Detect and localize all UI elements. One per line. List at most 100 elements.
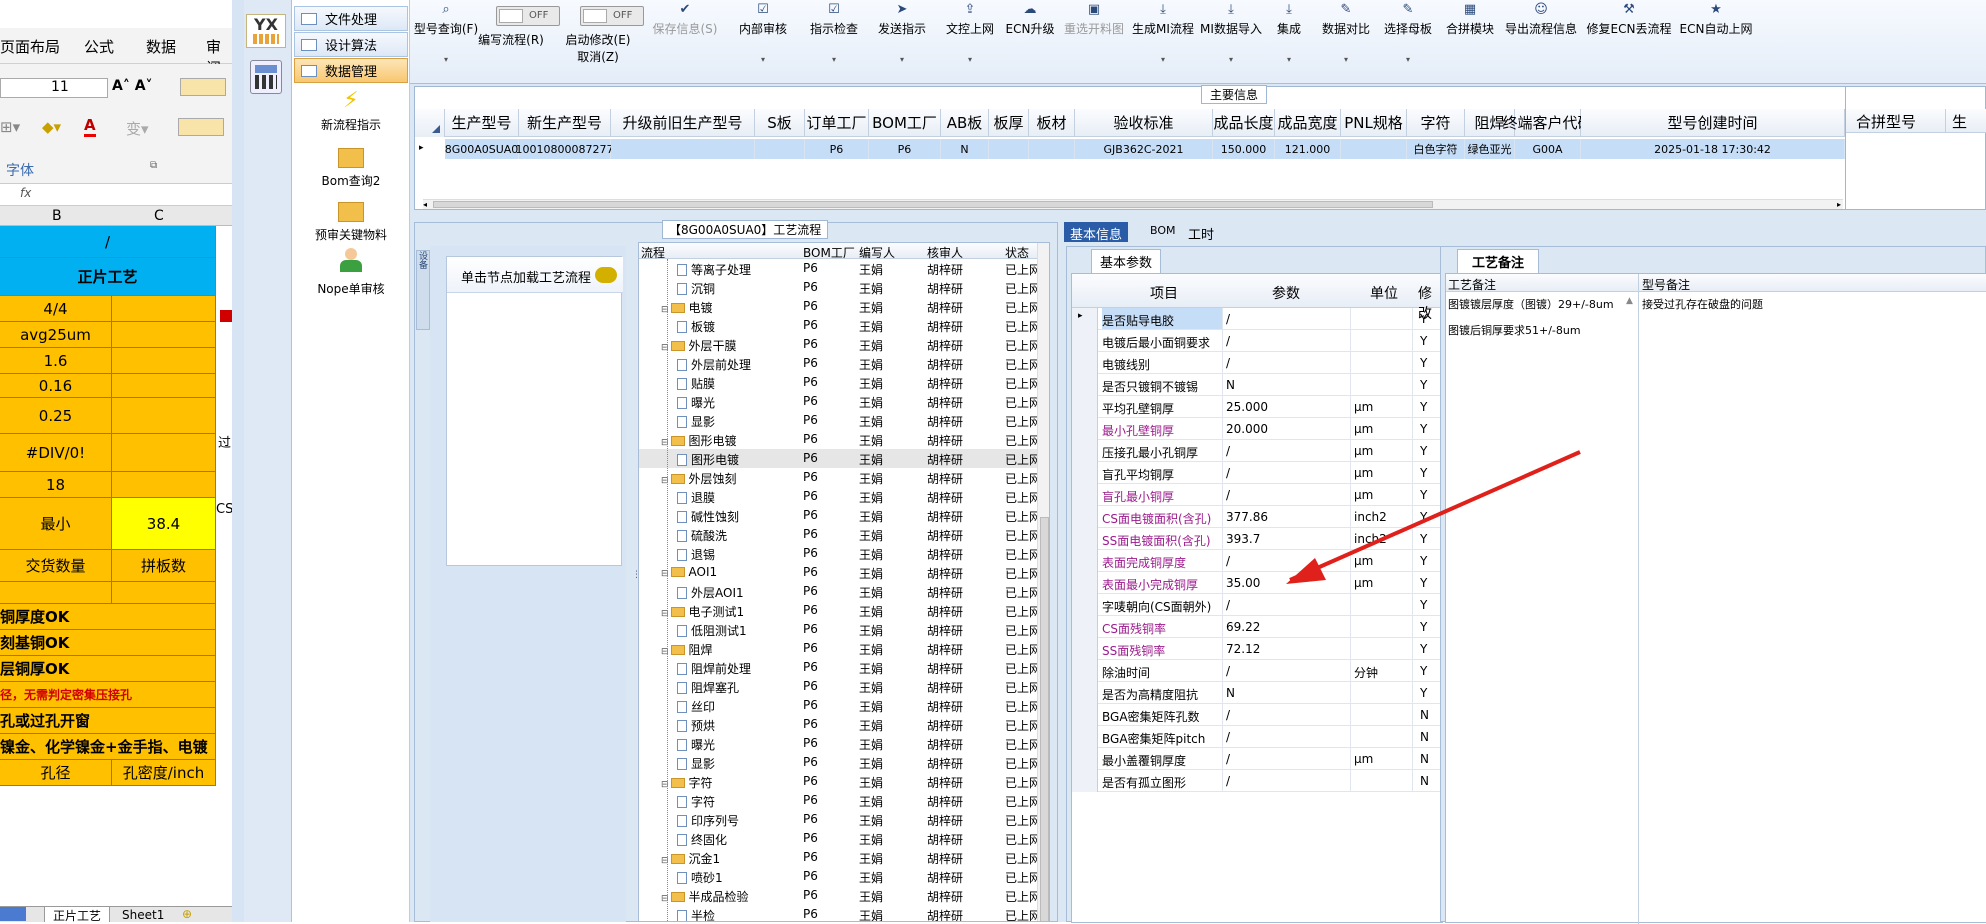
grow-font-icon[interactable]: A˄ A˅ — [112, 78, 153, 94]
cell-c-6[interactable] — [112, 398, 216, 434]
equipment-side-tab[interactable]: 设备 — [416, 250, 430, 330]
flow-row[interactable]: 硫酸洗 P6 王娟 胡梓研 已上网 — [639, 525, 1049, 544]
flow-node[interactable]: 终固化 — [677, 831, 727, 848]
flow-row[interactable]: ⊟外层蚀刻 P6 王娟 胡梓研 已上网 — [639, 468, 1049, 487]
toggle-switch[interactable]: OFF — [496, 6, 560, 26]
flow-node[interactable]: ⊟ 外层蚀刻 — [661, 470, 737, 487]
info-header-7[interactable]: 板厚 — [989, 109, 1029, 137]
tab-bom[interactable]: BOM — [1144, 222, 1182, 242]
dropdown-arrow-icon[interactable]: ▾ — [1130, 55, 1196, 64]
dropdown-arrow-icon[interactable]: ▾ — [942, 55, 998, 64]
menu-data[interactable]: 数据 — [146, 36, 176, 57]
tab-nav-icon[interactable] — [0, 907, 26, 921]
param-value[interactable]: 72.12 — [1226, 642, 1260, 656]
param-value[interactable]: / — [1226, 598, 1230, 612]
param-value[interactable]: / — [1226, 444, 1230, 458]
flow-row[interactable]: ⊟电子测试1 P6 王娟 胡梓研 已上网 — [639, 601, 1049, 620]
row-selector[interactable] — [1072, 440, 1098, 462]
param-value[interactable]: / — [1226, 312, 1230, 326]
scroll-right-icon[interactable]: ▸ — [1837, 200, 1841, 209]
param-row[interactable]: 是否有孤立图形 / N — [1072, 770, 1456, 792]
flow-node[interactable]: 丝印 — [677, 698, 715, 715]
align-top-icon[interactable] — [180, 78, 226, 96]
row-selector[interactable] — [1072, 770, 1098, 792]
param-value[interactable]: / — [1226, 554, 1230, 568]
param-value[interactable]: N — [1226, 378, 1235, 392]
info-header-0[interactable]: 生产型号 — [445, 109, 519, 137]
param-value[interactable]: / — [1226, 488, 1230, 502]
flow-row[interactable]: 预烘 P6 王娟 胡梓研 已上网 — [639, 715, 1049, 734]
info-cell-14[interactable]: 绿色亚光 — [1465, 139, 1515, 159]
dropdown-arrow-icon[interactable]: ▾ — [1376, 55, 1440, 64]
flow-node[interactable]: 字符 — [677, 793, 715, 810]
flow-node[interactable]: 沉铜 — [677, 280, 715, 297]
scroll-left-icon[interactable]: ◂ — [423, 200, 427, 209]
process-remark-1[interactable]: 图镀镀层厚度（图镀）29+/-8um — [1448, 296, 1614, 312]
row-selector[interactable] — [1072, 462, 1098, 484]
toolbar-item-14[interactable]: ✎ 选择母板 ▾ — [1376, 2, 1440, 64]
flow-row[interactable]: ⊟阻焊 P6 王娟 胡梓研 已上网 — [639, 639, 1049, 658]
toolbar-item-17[interactable]: ⚒ 修复ECN丢流程 — [1586, 2, 1672, 37]
dialog-launcher-icon[interactable]: ⧉ — [150, 160, 157, 171]
param-value[interactable]: / — [1226, 334, 1230, 348]
row-selector[interactable] — [1072, 704, 1098, 726]
toolbar-item-6[interactable]: ➤ 发送指示 ▾ — [870, 2, 934, 64]
param-value[interactable]: 393.7 — [1226, 532, 1260, 546]
row-selector[interactable] — [1072, 528, 1098, 550]
flow-row[interactable]: 显影 P6 王娟 胡梓研 已上网 — [639, 411, 1049, 430]
font-color-icon[interactable]: A — [84, 116, 96, 137]
dropdown-arrow-icon[interactable]: ▾ — [802, 55, 866, 64]
cell-b-17[interactable]: 镍金、化学镍金+金手指、电镀 — [0, 734, 216, 760]
param-row[interactable]: 电镀线别 / Y — [1072, 352, 1456, 374]
cell-b-13[interactable]: 刻基铜OK — [0, 630, 216, 656]
row-selector[interactable] — [1072, 396, 1098, 418]
basic-param-tab[interactable]: 基本参数 — [1091, 249, 1162, 273]
row-selector[interactable] — [1072, 594, 1098, 616]
flow-row[interactable]: ⊟沉金1 P6 王娟 胡梓研 已上网 — [639, 848, 1049, 867]
info-cell-11[interactable]: 121.000 — [1275, 139, 1341, 159]
flow-node[interactable]: ⊟ 外层干膜 — [661, 337, 737, 354]
cell-b-4[interactable]: 1.6 — [0, 348, 112, 374]
param-row[interactable]: 除油时间 / 分钟 Y — [1072, 660, 1456, 682]
row-selector[interactable] — [1072, 418, 1098, 440]
dropdown-arrow-icon[interactable]: ▾ — [1320, 55, 1372, 64]
flow-row[interactable]: 喷砂1 P6 王娟 胡梓研 已上网 — [639, 867, 1049, 886]
flow-node[interactable]: 印序列号 — [677, 812, 739, 829]
tab-basic-info[interactable]: 基本信息 — [1064, 222, 1129, 243]
cell-c-4[interactable] — [112, 348, 216, 374]
param-value[interactable]: 69.22 — [1226, 620, 1260, 634]
dropdown-arrow-icon[interactable]: ▾ — [1200, 55, 1262, 64]
info-header-1[interactable]: 新生产型号 — [519, 109, 611, 137]
dropdown-arrow-icon[interactable]: ▾ — [410, 55, 482, 64]
row-selector[interactable] — [1072, 330, 1098, 352]
flow-row[interactable]: 外层AOI1 P6 王娟 胡梓研 已上网 — [639, 582, 1049, 601]
row-selector[interactable] — [1072, 726, 1098, 748]
font-size-select[interactable]: 11 — [0, 78, 108, 98]
add-sheet-icon[interactable]: ⊕ — [182, 907, 196, 921]
info-cell-7[interactable] — [989, 139, 1029, 159]
param-row[interactable]: 盲孔平均铜厚 / μm Y — [1072, 462, 1456, 484]
info-cell-16[interactable]: 2025-01-18 17:30:42 — [1581, 139, 1845, 159]
flow-row[interactable]: 曝光 P6 王娟 胡梓研 已上网 — [639, 392, 1049, 411]
nav-design-algorithm[interactable]: 设计算法 — [294, 32, 408, 57]
flow-row[interactable]: 沉铜 P6 王娟 胡梓研 已上网 — [639, 278, 1049, 297]
row-selector[interactable] — [1072, 550, 1098, 572]
info-header-2[interactable]: 升级前旧生产型号 — [611, 109, 755, 137]
flow-node[interactable]: 图形电镀 — [677, 451, 739, 468]
flow-scrollbar-thumb[interactable] — [1040, 517, 1049, 921]
param-row[interactable]: CS面残铜率 69.22 Y — [1072, 616, 1456, 638]
flow-row[interactable]: 退锡 P6 王娟 胡梓研 已上网 — [639, 544, 1049, 563]
param-row[interactable]: 平均孔壁铜厚 25.000 μm Y — [1072, 396, 1456, 418]
info-cell-1[interactable]: 10010800087277 — [516, 139, 614, 159]
cell-b-10[interactable]: 交货数量 — [0, 550, 112, 582]
nav-nope-review[interactable]: Nope单审核 — [292, 248, 410, 297]
cell-c-5[interactable] — [112, 374, 216, 398]
nav-data-management[interactable]: 数据管理 — [294, 58, 408, 83]
flow-node[interactable]: 半检 — [677, 907, 715, 921]
flow-node[interactable]: 外层前处理 — [677, 356, 751, 373]
row-selector[interactable] — [1072, 682, 1098, 704]
flow-row[interactable]: 字符 P6 王娟 胡梓研 已上网 — [639, 791, 1049, 810]
flow-node[interactable]: 板镀 — [677, 318, 715, 335]
param-value[interactable]: 25.000 — [1226, 400, 1268, 414]
scroll-up-icon[interactable]: ▲ — [1626, 296, 1633, 306]
